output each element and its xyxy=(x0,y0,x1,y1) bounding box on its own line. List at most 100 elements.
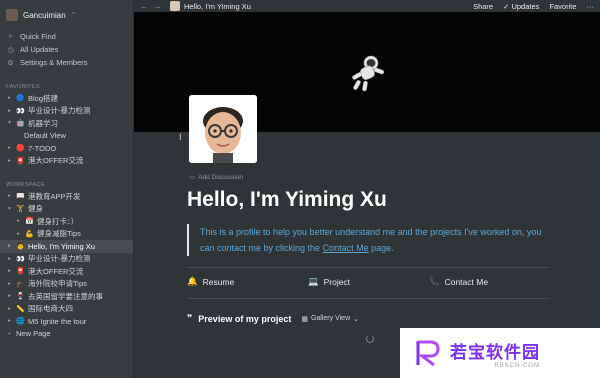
sidebar-item-fitness-checkin[interactable]: ▸ 📅 健身打卡：） xyxy=(0,215,133,228)
sidebar-item-machine-learning[interactable]: ▾ 🤖 机器学习 xyxy=(0,117,133,130)
quote-marks-icon: ❞ xyxy=(187,313,193,323)
astronaut-image xyxy=(352,55,385,92)
sidebar-item-ecommerce[interactable]: ▸ 📏 国际电商大四 xyxy=(0,303,133,316)
resume-label: Resume xyxy=(202,276,235,287)
all-updates-button[interactable]: ◷ All Updates xyxy=(0,43,133,56)
contact-me-link[interactable]: Contact Me xyxy=(323,243,369,253)
toggle-arrow-icon[interactable]: ▸ xyxy=(15,218,22,224)
workspace-icon xyxy=(6,9,18,21)
page-icon-avatar[interactable] xyxy=(189,95,257,163)
new-page-label: New Page xyxy=(16,329,51,339)
breadcrumb[interactable]: Hello, I'm Yiming Xu xyxy=(184,2,251,11)
sidebar-item-label: 健身减脂Tips xyxy=(37,229,81,239)
sidebar-item-label: Hello, I'm Yiming Xu xyxy=(28,241,95,251)
page-icon: 🔴 xyxy=(16,145,25,153)
laptop-icon: 💻 xyxy=(308,276,319,286)
favorites-heading: FAVORITES xyxy=(6,83,41,90)
page-icon: 🧑 xyxy=(16,243,25,251)
watermark: 若宝软件园 RBSCN.COM xyxy=(400,328,600,378)
sidebar-item-label: 健身 xyxy=(28,204,43,214)
page-icon: 🍷 xyxy=(16,293,25,301)
contact-me-page-link[interactable]: 📞 Contact Me xyxy=(429,276,550,287)
all-updates-label: All Updates xyxy=(20,45,59,54)
sidebar-item-label: 机器学习 xyxy=(28,118,58,128)
divider xyxy=(187,298,550,299)
toggle-arrow-icon[interactable]: ▸ xyxy=(6,95,13,101)
sidebar-item-graduation-project[interactable]: ▸ 👀 毕业设计-暴力检测 xyxy=(0,105,133,118)
more-icon[interactable]: ··· xyxy=(587,2,595,11)
page-icon: 📮 xyxy=(16,268,25,276)
comment-icon: ▭ xyxy=(189,174,196,181)
sidebar-item-fitness[interactable]: ▾ 🏋 健身 xyxy=(0,203,133,216)
sidebar-item-fat-loss-tips[interactable]: ▸ 💪 健身减脂Tips xyxy=(0,228,133,241)
favorite-button[interactable]: Favorite xyxy=(549,2,576,11)
quick-find-button[interactable]: ⌕ Quick Find xyxy=(0,30,133,43)
new-page-button[interactable]: + New Page xyxy=(0,328,133,341)
sidebar-item-label: 去英国留学要注意的事 xyxy=(28,291,103,301)
toggle-arrow-icon[interactable]: ▸ xyxy=(6,268,13,274)
sidebar-item-label: 毕业设计-暴力检测 xyxy=(28,106,91,116)
sidebar: Gancuimian ⌃ ⌕ Quick Find ◷ All Updates … xyxy=(0,0,134,378)
preview-label: Preview of my project xyxy=(198,313,292,324)
toggle-arrow-icon[interactable]: ▸ xyxy=(6,158,13,164)
sidebar-item-app-dev[interactable]: ▸ 📖 港教育APP开发 xyxy=(0,190,133,203)
forward-arrow-icon[interactable]: → xyxy=(154,2,162,11)
workspace-switcher[interactable]: Gancuimian ⌃ xyxy=(0,0,133,30)
page-icon: 📏 xyxy=(16,305,25,313)
sidebar-item-overseas-tips[interactable]: ▸ 🎓 海外院校申请Tips xyxy=(0,278,133,291)
sidebar-item-label: Default View xyxy=(24,131,66,141)
sidebar-item-label: 7-TODO xyxy=(28,143,57,153)
toggle-arrow-icon[interactable]: ▸ xyxy=(6,293,13,299)
share-button[interactable]: Share xyxy=(473,2,493,11)
gallery-view-dropdown[interactable]: ▦ Gallery View ⌄ xyxy=(301,315,359,323)
toggle-arrow-icon[interactable]: ▸ xyxy=(15,231,22,237)
toggle-arrow-icon[interactable]: ▸ xyxy=(6,306,13,312)
quote-text-end: page. xyxy=(368,243,394,253)
memoji-avatar-image xyxy=(189,95,257,163)
sidebar-item-hku-offer-2[interactable]: ▸ 📮 港大OFFER交流 xyxy=(0,265,133,278)
sidebar-item-m5-tour[interactable]: ▸ 🌐 M5 Ignite the tour xyxy=(0,315,133,328)
sidebar-item-hello-yiming[interactable]: ▸ 🧑 Hello, I'm Yiming Xu xyxy=(0,240,133,253)
sidebar-item-hku-offer[interactable]: ▸ 📮 港大OFFER交流 xyxy=(0,155,133,168)
sidebar-item-todo[interactable]: ▸ 🔴 7-TODO xyxy=(0,142,133,155)
sidebar-item-label: Blog搭建 xyxy=(28,93,59,103)
resume-link[interactable]: 🔔 Resume xyxy=(187,276,308,287)
project-link[interactable]: 💻 Project xyxy=(308,276,429,287)
toggle-arrow-icon[interactable]: ▸ xyxy=(6,256,13,262)
toggle-arrow-icon[interactable]: ▸ xyxy=(6,281,13,287)
toggle-arrow-icon[interactable]: ▾ xyxy=(6,206,13,212)
toggle-arrow-icon[interactable]: ▸ xyxy=(6,145,13,151)
settings-members-button[interactable]: ⚙ Settings & Members xyxy=(0,56,133,69)
add-discussion-button[interactable]: ▭ Add Discussion xyxy=(189,173,243,182)
breadcrumb-page-icon xyxy=(170,1,180,11)
contact-me-label: Contact Me xyxy=(444,276,489,287)
toggle-arrow-icon[interactable]: ▸ xyxy=(6,193,13,199)
toggle-arrow-icon[interactable]: ▸ xyxy=(6,108,13,114)
sidebar-item-label: 港大OFFER交流 xyxy=(28,266,84,276)
page-icon: 💪 xyxy=(25,230,34,238)
chevron-down-icon: ⌄ xyxy=(353,315,360,323)
updates-label: Updates xyxy=(511,1,540,11)
page-title[interactable]: Hello, I'm Yiming Xu xyxy=(187,188,387,212)
toggle-arrow-icon[interactable]: ▸ xyxy=(6,243,13,249)
toggle-arrow-icon[interactable]: ▸ xyxy=(6,318,13,324)
text-cursor-icon: I xyxy=(179,132,182,142)
clock-icon: ◷ xyxy=(7,46,14,54)
sidebar-item-default-view[interactable]: Default View xyxy=(0,130,133,143)
sidebar-item-label: 国际电商大四 xyxy=(28,304,73,314)
add-discussion-label: Add Discussion xyxy=(198,173,243,181)
sidebar-item-uk-study[interactable]: ▸ 🍷 去英国留学要注意的事 xyxy=(0,290,133,303)
updates-button[interactable]: ✓ Updates xyxy=(503,2,539,11)
intro-quote[interactable]: This is a profile to help you better und… xyxy=(187,224,557,256)
plus-icon: + xyxy=(7,330,12,337)
page-icon: 🏋 xyxy=(16,205,25,213)
sidebar-item-graduation-project-2[interactable]: ▸ 👀 毕业设计-暴力检测 xyxy=(0,253,133,266)
page-icon: 🔵 xyxy=(16,95,25,103)
sidebar-item-label: 健身打卡：） xyxy=(37,216,79,226)
sidebar-item-blog[interactable]: ▸ 🔵 Blog搭建 xyxy=(0,92,133,105)
gallery-view-label: Gallery View xyxy=(310,315,351,322)
sidebar-item-label: M5 Ignite the tour xyxy=(28,316,87,326)
toggle-arrow-icon[interactable]: ▾ xyxy=(6,120,13,126)
watermark-text: 若宝软件园 xyxy=(450,342,540,362)
back-arrow-icon[interactable]: ← xyxy=(140,2,148,11)
